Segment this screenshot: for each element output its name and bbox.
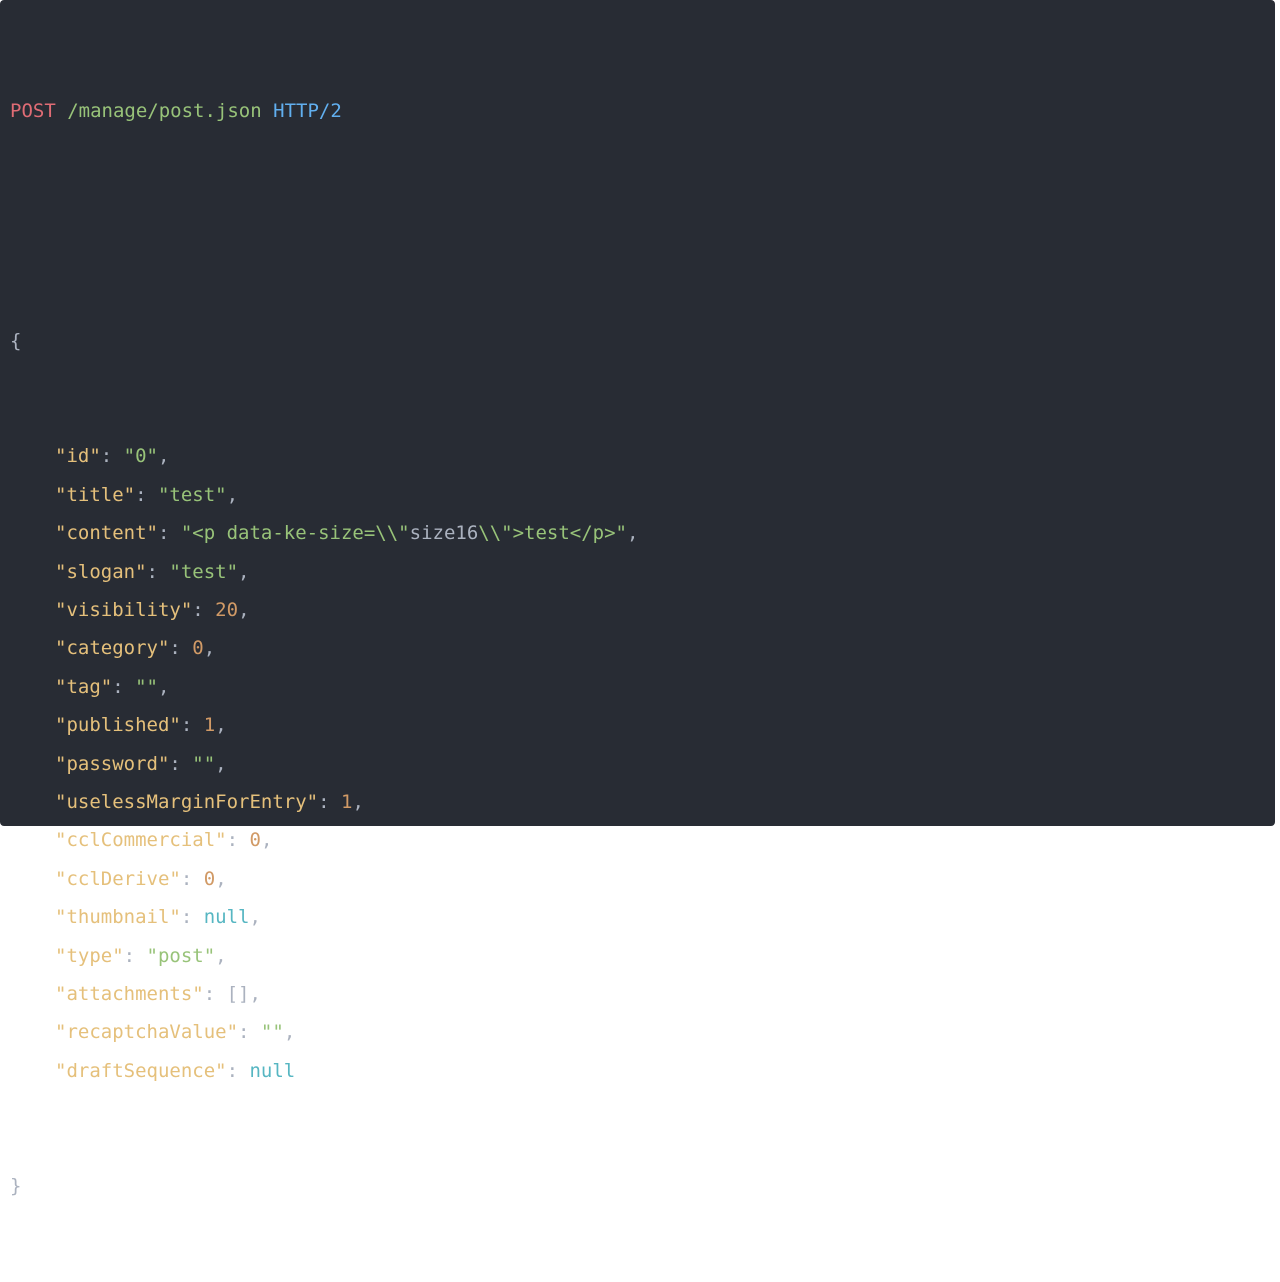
json-key: "type" xyxy=(55,944,124,967)
json-key: "attachments" xyxy=(55,982,204,1005)
close-brace: } xyxy=(10,1174,22,1197)
json-key: "cclDerive" xyxy=(55,867,181,890)
json-value-part: "<p data-ke-size=\\" xyxy=(180,522,410,545)
request-line: POST /manage/post.json HTTP/2 xyxy=(10,92,1265,130)
json-separator: : xyxy=(180,906,204,929)
open-brace: { xyxy=(10,330,22,353)
json-comma: , xyxy=(249,906,261,929)
json-field-line: "id": "0", xyxy=(10,437,1265,475)
json-field-line: "recaptchaValue": "", xyxy=(10,1013,1265,1051)
json-value: "" xyxy=(260,1021,284,1044)
json-comma: , xyxy=(203,637,216,660)
json-separator: : xyxy=(318,790,341,813)
json-key: "tag" xyxy=(55,675,113,698)
json-fields: "id": "0", "title": "test", "content": "<p… xyxy=(10,437,1265,1090)
json-separator: : xyxy=(180,867,204,890)
json-field-line: "content": "<p data-ke-size=\\"size16\\"… xyxy=(10,514,1265,552)
json-comma: , xyxy=(215,714,227,737)
request-path: /manage/post.json xyxy=(67,99,262,122)
json-key: "recaptchaValue" xyxy=(55,1021,239,1044)
json-comma: , xyxy=(260,829,273,852)
json-separator: : xyxy=(146,560,170,583)
json-key: "password" xyxy=(55,752,170,775)
json-value: 20 xyxy=(215,598,239,621)
json-key: "category" xyxy=(55,637,170,660)
json-separator: : xyxy=(226,1059,250,1082)
json-field-line: "draftSequence": null xyxy=(10,1052,1265,1090)
json-field-line: "type": "post", xyxy=(10,937,1265,975)
http-protocol: HTTP/2 xyxy=(273,99,342,122)
json-comma: , xyxy=(215,752,227,775)
json-open-brace: { xyxy=(10,322,1265,360)
json-field-line: "cclDerive": 0, xyxy=(10,860,1265,898)
json-separator: : xyxy=(169,752,193,775)
code-block: POST /manage/post.json HTTP/2 { "id": "0… xyxy=(0,0,1275,1197)
json-separator: : xyxy=(180,714,204,737)
json-value: 0 xyxy=(192,637,204,660)
json-separator: : xyxy=(203,982,227,1005)
json-field-line: "cclCommercial": 0, xyxy=(10,821,1265,859)
json-field-line: "attachments": [], xyxy=(10,975,1265,1013)
json-separator: : xyxy=(135,483,158,506)
json-key: "slogan" xyxy=(55,560,147,583)
json-value: 1 xyxy=(203,714,216,737)
json-value: "test" xyxy=(169,560,239,583)
json-key: "published" xyxy=(55,714,181,737)
json-separator: : xyxy=(238,1021,261,1044)
json-comma: , xyxy=(352,790,364,813)
json-separator: : xyxy=(169,637,193,660)
json-comma: , xyxy=(283,1021,296,1044)
json-value: null xyxy=(203,906,250,929)
json-key: "title" xyxy=(55,483,136,506)
json-key: "uselessMarginForEntry" xyxy=(55,790,319,813)
json-field-line: "slogan": "test", xyxy=(10,553,1265,591)
json-value: "" xyxy=(192,752,216,775)
json-field-line: "title": "test", xyxy=(10,476,1265,514)
json-key: "id" xyxy=(55,445,101,468)
json-field-line: "password": "", xyxy=(10,745,1265,783)
json-key: "thumbnail" xyxy=(55,906,181,929)
json-value: 0 xyxy=(203,867,216,890)
json-key: "draftSequence" xyxy=(55,1059,227,1082)
json-field-line: "visibility": 20, xyxy=(10,591,1265,629)
json-comma: , xyxy=(626,522,639,545)
json-value: null xyxy=(249,1059,296,1082)
json-value: "0" xyxy=(123,445,158,468)
json-value: "test" xyxy=(157,483,227,506)
http-method: POST xyxy=(10,99,56,122)
json-comma: , xyxy=(226,483,239,506)
json-field-line: "tag": "", xyxy=(10,668,1265,706)
json-comma: , xyxy=(215,944,227,967)
json-field-line: "published": 1, xyxy=(10,706,1265,744)
json-key: "visibility" xyxy=(55,598,193,621)
json-field-line: "category": 0, xyxy=(10,629,1265,667)
json-comma: , xyxy=(249,982,261,1005)
json-key: "content" xyxy=(55,522,158,545)
json-separator: : xyxy=(157,522,181,545)
json-key: "cclCommercial" xyxy=(55,829,227,852)
json-field-line: "uselessMarginForEntry": 1, xyxy=(10,783,1265,821)
json-separator: : xyxy=(112,675,136,698)
json-field-line: "thumbnail": null, xyxy=(10,898,1265,936)
json-close-brace: } xyxy=(10,1167,1265,1205)
json-value: 0 xyxy=(249,829,261,852)
json-comma: , xyxy=(238,560,250,583)
json-value-part: size16 xyxy=(409,522,479,545)
json-value: "post" xyxy=(146,944,216,967)
json-separator: : xyxy=(192,598,216,621)
json-comma: , xyxy=(215,867,227,890)
json-comma: , xyxy=(157,675,170,698)
json-value-part: \\">test</p>" xyxy=(478,522,627,545)
json-value: 1 xyxy=(341,790,353,813)
json-value: [] xyxy=(226,982,250,1005)
json-comma: , xyxy=(238,598,250,621)
json-comma: , xyxy=(157,445,170,468)
code-content: POST /manage/post.json HTTP/2 { "id": "0… xyxy=(10,15,1265,1282)
json-value: "" xyxy=(135,675,158,698)
json-separator: : xyxy=(100,445,124,468)
json-separator: : xyxy=(226,829,250,852)
json-separator: : xyxy=(123,944,147,967)
